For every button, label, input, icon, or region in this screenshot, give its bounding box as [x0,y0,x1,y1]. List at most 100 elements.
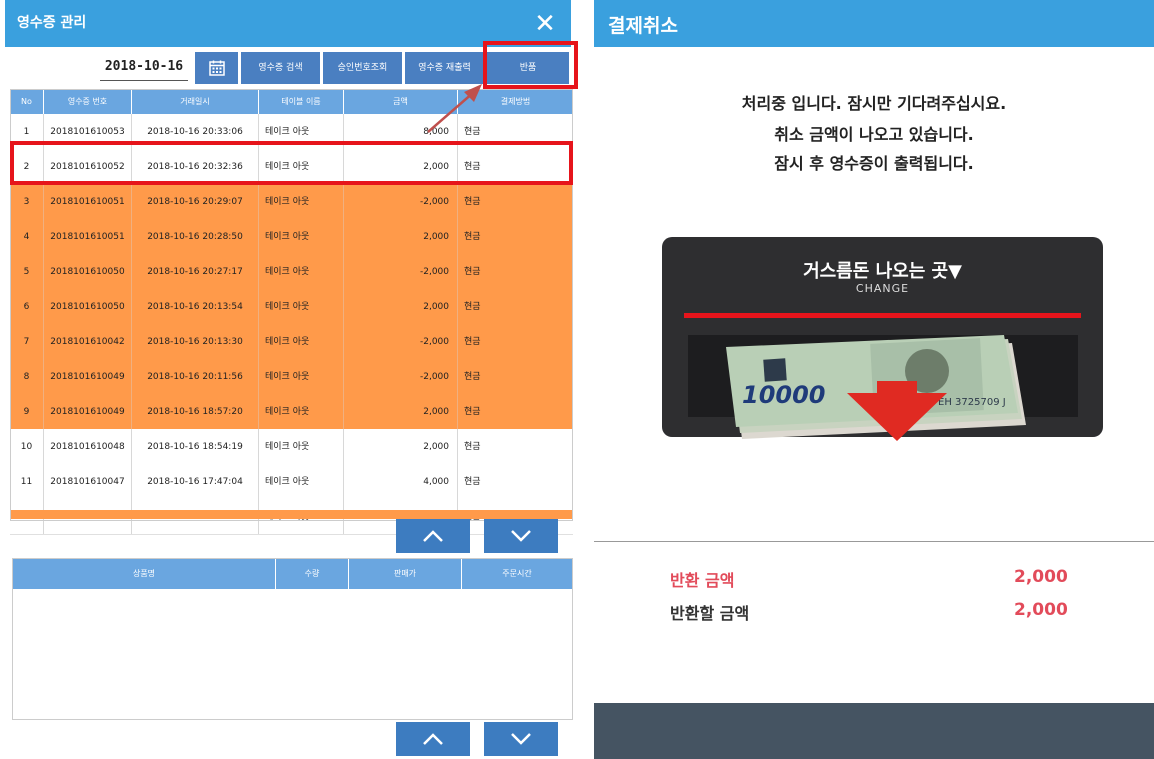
date-field[interactable]: 2018-10-16 [100,55,188,81]
transaction-datetime: 2018-10-16 20:29:07 [132,184,259,219]
table-name: 테이크 아웃 [259,464,344,499]
pointer-arrow-icon [427,84,482,133]
table-row[interactable]: 10 2018101610048 2018-10-16 18:54:19 테이크 아웃… [10,429,573,465]
banknote-serial: EH 3725709 J [938,397,1006,408]
change-outlet-label-en: CHANGE [855,282,910,295]
payment-cancel-title: 결제취소 [608,15,678,37]
receipt-number: 2018101610049 [44,394,132,429]
chevron-up-icon [423,530,443,542]
close-icon[interactable]: ✕ [525,6,565,42]
table-row[interactable]: 8 2018101610049 2018-10-16 20:11:56 테이크 아웃 -… [10,359,573,394]
dispenser-red-line [684,313,1081,318]
refund-highlight-box [483,41,578,89]
chevron-down-icon [511,530,531,542]
amount-to-refund-label: 반환할 금액 [670,604,750,623]
payment-cancel-window: 결제취소 처리중 입니다. 잠시만 기다려주십시요. 취소 금액이 나오고 있습… [594,0,1154,759]
table-scroll-down-button[interactable] [484,519,558,553]
table-name: 테이크 아웃 [259,184,344,219]
amount: 2,000 [344,219,458,254]
table-name: 테이크 아웃 [259,254,344,289]
amount: -2,000 [344,359,458,394]
row-highlight-box [10,141,573,185]
payment-method: 현금 [458,184,573,219]
table-row-partial [10,510,573,519]
header-no: No [10,89,44,114]
table-name: 테이크 아웃 [259,359,344,394]
table-name: 테이크 아웃 [259,219,344,254]
transaction-datetime: 2018-10-16 17:47:04 [132,464,259,499]
payment-method: 현금 [458,289,573,324]
payment-cancel-header: 결제취소 [594,0,1154,47]
receipt-number: 2018101610042 [44,324,132,359]
change-outlet-label: 거스름돈 나오는 곳▼ [803,261,962,282]
transaction-datetime: 2018-10-16 20:11:56 [132,359,259,394]
row-no: 8 [10,359,44,394]
header-sale-price: 판매가 [349,559,462,589]
row-no: 4 [10,219,44,254]
amount-to-refund-value: 2,000 [1014,600,1068,620]
row-no: 11 [10,464,44,499]
calendar-button[interactable] [195,52,238,84]
header-receipt-number: 영수증 번호 [44,89,132,114]
banknote-illustration: 10000 EH 3725709 J [726,335,1026,441]
table-row[interactable]: 4 2018101610051 2018-10-16 20:28:50 테이크 아웃 2… [10,219,573,254]
approval-number-button[interactable]: 승인번호조회 [323,52,402,84]
amount: -2,000 [344,254,458,289]
transaction-datetime: 2018-10-16 20:13:30 [132,324,259,359]
payment-method: 현금 [458,359,573,394]
transaction-datetime: 2018-10-16 20:27:17 [132,254,259,289]
table-row[interactable]: 6 2018101610050 2018-10-16 20:13:54 테이크 아웃 2… [10,289,573,324]
receipt-management-header: 영수증 관리 ✕ [5,0,571,47]
transaction-datetime: 2018-10-16 20:28:50 [132,219,259,254]
divider [594,541,1154,542]
cancel-amount-message: 취소 금액이 나오고 있습니다. [774,125,974,144]
item-detail-table: 상품명 수량 판매가 주문시간 [12,558,573,720]
table-scroll-up-button[interactable] [396,519,470,553]
table-name: 테이크 아웃 [259,324,344,359]
receipt-number: 2018101610050 [44,289,132,324]
payment-method: 현금 [464,477,481,487]
table-name: 테이크 아웃 [259,394,344,429]
receipt-number: 2018101610051 [44,184,132,219]
footer-bar [594,703,1154,759]
table-row[interactable]: 5 2018101610050 2018-10-16 20:27:17 테이크 아웃 -… [10,254,573,289]
receipt-number: 2018101610051 [44,219,132,254]
table-row[interactable]: 11 2018101610047 2018-10-16 17:47:04 테이크 아웃… [10,464,573,500]
amount: 2,000 [344,394,458,429]
detail-scroll-down-button[interactable] [484,722,558,756]
transaction-datetime: 2018-10-16 20:13:54 [132,289,259,324]
table-name: 테이크 아웃 [259,429,344,464]
banknote-value: 10000 [742,381,826,409]
receipt-management-title: 영수증 관리 [17,15,87,31]
receipt-number: 2018101610050 [44,254,132,289]
payment-method: 현금 [458,394,573,429]
row-no: 6 [10,289,44,324]
payment-method: 현금 [458,324,573,359]
receipt-print-message: 잠시 후 영수증이 출력됩니다. [774,154,974,173]
header-datetime: 거래일시 [132,89,259,114]
calendar-icon [208,60,225,76]
header-order-time: 주문시간 [462,559,572,589]
row-no: 5 [10,254,44,289]
table-row[interactable]: 9 2018101610049 2018-10-16 18:57:20 테이크 아웃 2… [10,394,573,429]
amount: 2,000 [344,429,458,464]
table-row[interactable]: 3 2018101610051 2018-10-16 20:29:07 테이크 아웃 -… [10,184,573,219]
header-quantity: 수량 [276,559,349,589]
detail-scroll-up-button[interactable] [396,722,470,756]
receipt-management-window: 영수증 관리 ✕ 2018-10-16 영수증 검색 승인번호조회 영수증 재출… [5,0,578,759]
header-product-name: 상품명 [13,559,276,589]
table-name: 테이크 아웃 [259,289,344,324]
chevron-up-icon [423,733,443,745]
row-no: 7 [10,324,44,359]
row-no: 10 [10,429,44,464]
receipt-number: 2018101610047 [44,464,132,499]
amount: -2,000 [344,184,458,219]
receipt-number: 2018101610049 [44,359,132,394]
transaction-datetime: 2018-10-16 18:54:19 [132,429,259,464]
chevron-down-icon [511,733,531,745]
payment-method: 현금 [458,254,573,289]
table-row[interactable]: 7 2018101610042 2018-10-16 20:13:30 테이크 아웃 -… [10,324,573,359]
row-no: 9 [10,394,44,429]
amount: 4,000 [344,464,458,499]
receipt-search-button[interactable]: 영수증 검색 [241,52,320,84]
